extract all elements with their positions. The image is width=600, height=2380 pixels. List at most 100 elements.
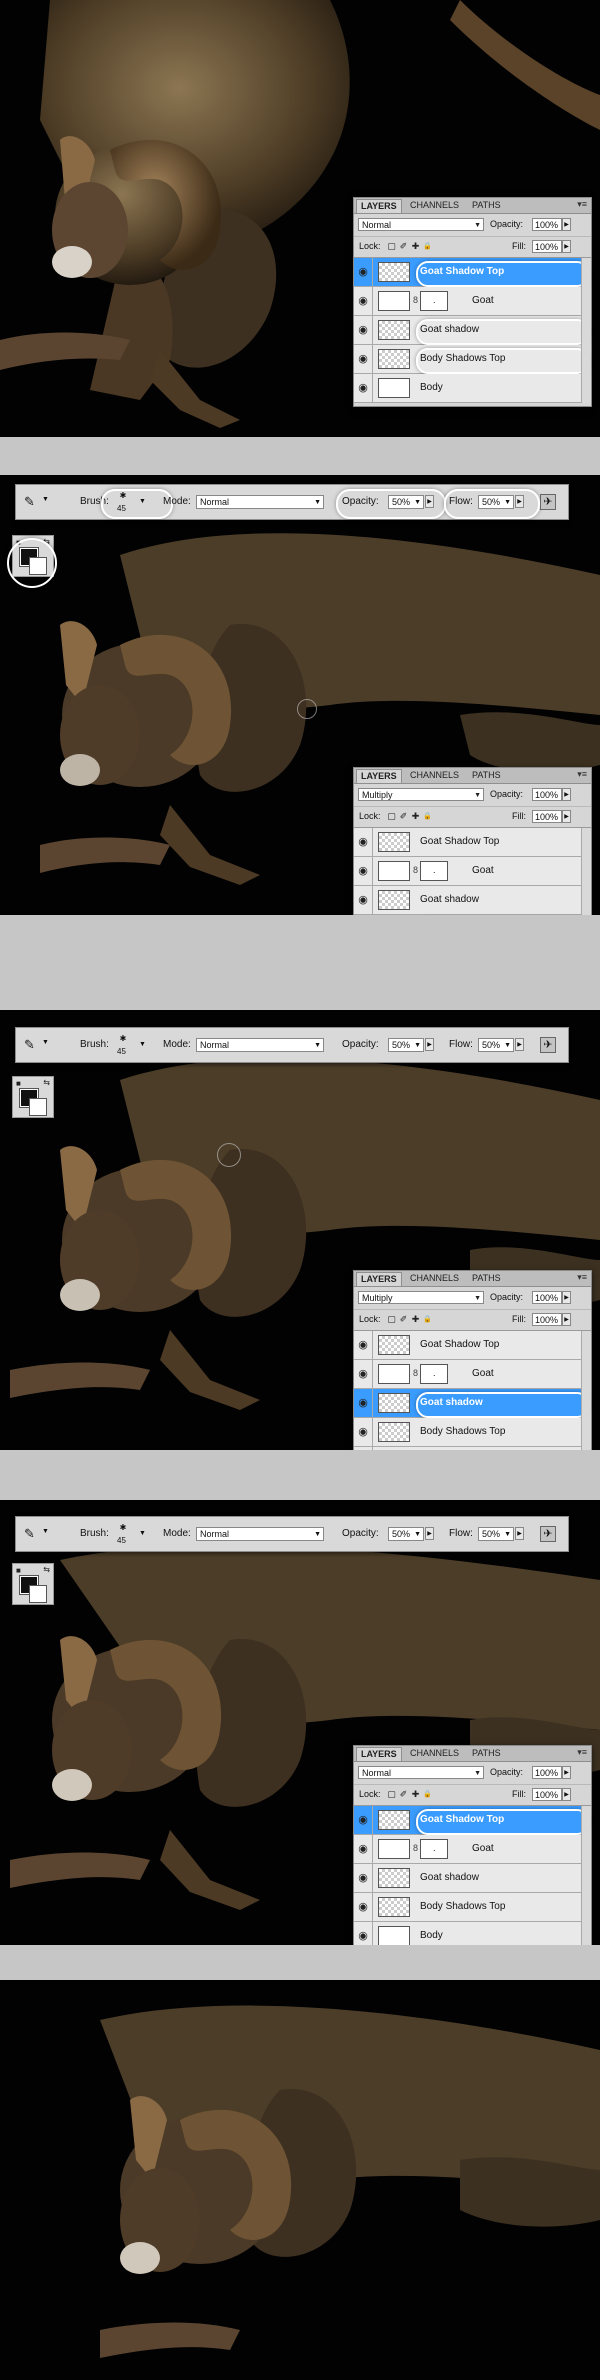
canvas-frame-2[interactable]: ✎ ▼ Brush: ✱ 45 ▼ Mode: Normal Opacity: … <box>0 475 600 915</box>
eye-icon[interactable]: ◉ <box>354 374 373 402</box>
opacity-field[interactable]: 100% <box>532 1291 562 1304</box>
layer-goat-shadow-top[interactable]: ◉ Goat Shadow Top <box>354 258 591 287</box>
link-icon[interactable]: 8 <box>413 865 418 875</box>
airbrush-icon[interactable]: ✈ <box>540 1037 556 1053</box>
lock-all-icon[interactable]: 🔒 <box>423 1315 432 1324</box>
opacity-arrow-icon[interactable]: ▶ <box>562 1291 571 1304</box>
flow-arrow-icon[interactable]: ▶ <box>515 1038 524 1051</box>
layer-goat[interactable]: ◉ 8 . Goat <box>354 857 591 886</box>
opacity-field[interactable]: 100% <box>532 1766 562 1779</box>
opacity-arrow-icon[interactable]: ▶ <box>562 1766 571 1779</box>
eye-icon[interactable]: ◉ <box>354 258 373 286</box>
swap-colors-icon[interactable]: ⇆ <box>43 1078 50 1087</box>
brush-tool-icon[interactable]: ✎ <box>24 1526 35 1542</box>
lock-transparent-icon[interactable]: ▢ <box>387 812 396 821</box>
lock-transparent-icon[interactable]: ▢ <box>387 1790 396 1799</box>
lock-paint-icon[interactable]: ✐ <box>399 1790 408 1799</box>
brush-preview-icon[interactable]: ✱ <box>116 1523 130 1533</box>
eye-icon[interactable]: ◉ <box>354 886 373 914</box>
eye-icon[interactable]: ◉ <box>354 1331 373 1359</box>
default-colors-icon[interactable]: ■ <box>16 1566 21 1575</box>
airbrush-icon[interactable]: ✈ <box>540 1526 556 1542</box>
tool-preset-arrow-icon[interactable]: ▼ <box>42 1528 49 1535</box>
lock-transparent-icon[interactable]: ▢ <box>387 242 396 251</box>
fill-field[interactable]: 100% <box>532 1313 562 1326</box>
tool-preset-arrow-icon[interactable]: ▼ <box>42 1039 49 1046</box>
flow-field[interactable]: 50% <box>478 1038 514 1052</box>
lock-paint-icon[interactable]: ✐ <box>399 242 408 251</box>
canvas-frame-3[interactable]: ✎ ▼ Brush: ✱ 45 ▼ Mode: Normal Opacity: … <box>0 1010 600 1450</box>
panel-menu-icon[interactable]: ▾≡ <box>577 1747 587 1758</box>
lock-all-icon[interactable]: 🔒 <box>423 242 432 251</box>
tab-paths[interactable]: PATHS <box>468 1747 505 1760</box>
opacity-field[interactable]: 50% <box>388 1527 424 1541</box>
lock-paint-icon[interactable]: ✐ <box>399 812 408 821</box>
panel-menu-icon[interactable]: ▾≡ <box>577 199 587 210</box>
opacity-arrow-icon[interactable]: ▶ <box>562 788 571 801</box>
layer-goat-shadow-top[interactable]: ◉ Goat Shadow Top <box>354 1331 591 1360</box>
opacity-arrow-icon[interactable]: ▶ <box>425 1038 434 1051</box>
layer-body-shadows-top[interactable]: ◉ Body Shadows Top <box>354 1893 591 1922</box>
layers-scrollbar[interactable] <box>581 1806 591 1945</box>
layer-goat[interactable]: ◉ 8 . Goat <box>354 1360 591 1389</box>
airbrush-icon[interactable]: ✈ <box>540 494 556 510</box>
mode-select[interactable]: Normal <box>196 495 324 509</box>
flow-arrow-icon[interactable]: ▶ <box>515 1527 524 1540</box>
brush-tool-icon[interactable]: ✎ <box>24 1037 35 1053</box>
canvas-frame-1[interactable]: LAYERS CHANNELS PATHS ▾≡ Normal Opacity:… <box>0 0 600 437</box>
layers-scrollbar[interactable] <box>581 1331 591 1450</box>
lock-transparent-icon[interactable]: ▢ <box>387 1315 396 1324</box>
layer-body[interactable]: ◉ Body <box>354 374 591 403</box>
lock-move-icon[interactable]: ✚ <box>411 1315 420 1324</box>
eye-icon[interactable]: ◉ <box>354 1835 373 1863</box>
lock-move-icon[interactable]: ✚ <box>411 1790 420 1799</box>
opacity-arrow-icon[interactable]: ▶ <box>562 218 571 231</box>
tab-layers[interactable]: LAYERS <box>356 1272 402 1286</box>
mode-select[interactable]: Normal <box>196 1038 324 1052</box>
blend-mode-select[interactable]: Normal <box>358 218 484 232</box>
mode-select[interactable]: Normal <box>196 1527 324 1541</box>
layer-goat-shadow[interactable]: ◉ Goat shadow <box>354 1389 591 1418</box>
fill-arrow-icon[interactable]: ▶ <box>562 1788 571 1801</box>
layer-goat[interactable]: ◉ 8 . Goat <box>354 287 591 316</box>
fill-arrow-icon[interactable]: ▶ <box>562 240 571 253</box>
lock-move-icon[interactable]: ✚ <box>411 812 420 821</box>
layer-body-shadows-top[interactable]: ◉ Body Shadows Top <box>354 345 591 374</box>
brush-picker-arrow-icon[interactable]: ▼ <box>139 1530 146 1537</box>
lock-paint-icon[interactable]: ✐ <box>399 1315 408 1324</box>
eye-icon[interactable]: ◉ <box>354 1922 373 1945</box>
background-color[interactable] <box>29 1098 47 1116</box>
swap-colors-icon[interactable]: ⇆ <box>43 1565 50 1574</box>
brush-picker-arrow-icon[interactable]: ▼ <box>139 1041 146 1048</box>
layer-goat-shadow[interactable]: ◉ Goat shadow <box>354 316 591 345</box>
brush-tool-icon[interactable]: ✎ <box>24 494 35 510</box>
tab-paths[interactable]: PATHS <box>468 1272 505 1285</box>
eye-icon[interactable]: ◉ <box>354 1806 373 1834</box>
tool-preset-arrow-icon[interactable]: ▼ <box>42 496 49 503</box>
link-icon[interactable]: 8 <box>413 1368 418 1378</box>
fill-field[interactable]: 100% <box>532 810 562 823</box>
opacity-field[interactable]: 50% <box>388 1038 424 1052</box>
fill-field[interactable]: 100% <box>532 240 562 253</box>
fill-arrow-icon[interactable]: ▶ <box>562 1313 571 1326</box>
canvas-frame-4[interactable]: ✎ ▼ Brush: ✱ 45 ▼ Mode: Normal Opacity: … <box>0 1500 600 1945</box>
eye-icon[interactable]: ◉ <box>354 1893 373 1921</box>
tab-channels[interactable]: CHANNELS <box>406 1747 463 1760</box>
layer-body[interactable]: ◉ Body <box>354 1922 591 1945</box>
tab-layers[interactable]: LAYERS <box>356 769 402 783</box>
opacity-field[interactable]: 100% <box>532 788 562 801</box>
lock-all-icon[interactable]: 🔒 <box>423 1790 432 1799</box>
tab-layers[interactable]: LAYERS <box>356 1747 402 1761</box>
lock-move-icon[interactable]: ✚ <box>411 242 420 251</box>
background-color[interactable] <box>29 1585 47 1603</box>
layer-goat[interactable]: ◉ 8 . Goat <box>354 1835 591 1864</box>
eye-icon[interactable]: ◉ <box>354 828 373 856</box>
tab-paths[interactable]: PATHS <box>468 769 505 782</box>
eye-icon[interactable]: ◉ <box>354 316 373 344</box>
link-icon[interactable]: 8 <box>413 1843 418 1853</box>
opacity-arrow-icon[interactable]: ▶ <box>425 1527 434 1540</box>
eye-icon[interactable]: ◉ <box>354 345 373 373</box>
eye-icon[interactable]: ◉ <box>354 287 373 315</box>
panel-menu-icon[interactable]: ▾≡ <box>577 1272 587 1283</box>
eye-icon[interactable]: ◉ <box>354 1360 373 1388</box>
